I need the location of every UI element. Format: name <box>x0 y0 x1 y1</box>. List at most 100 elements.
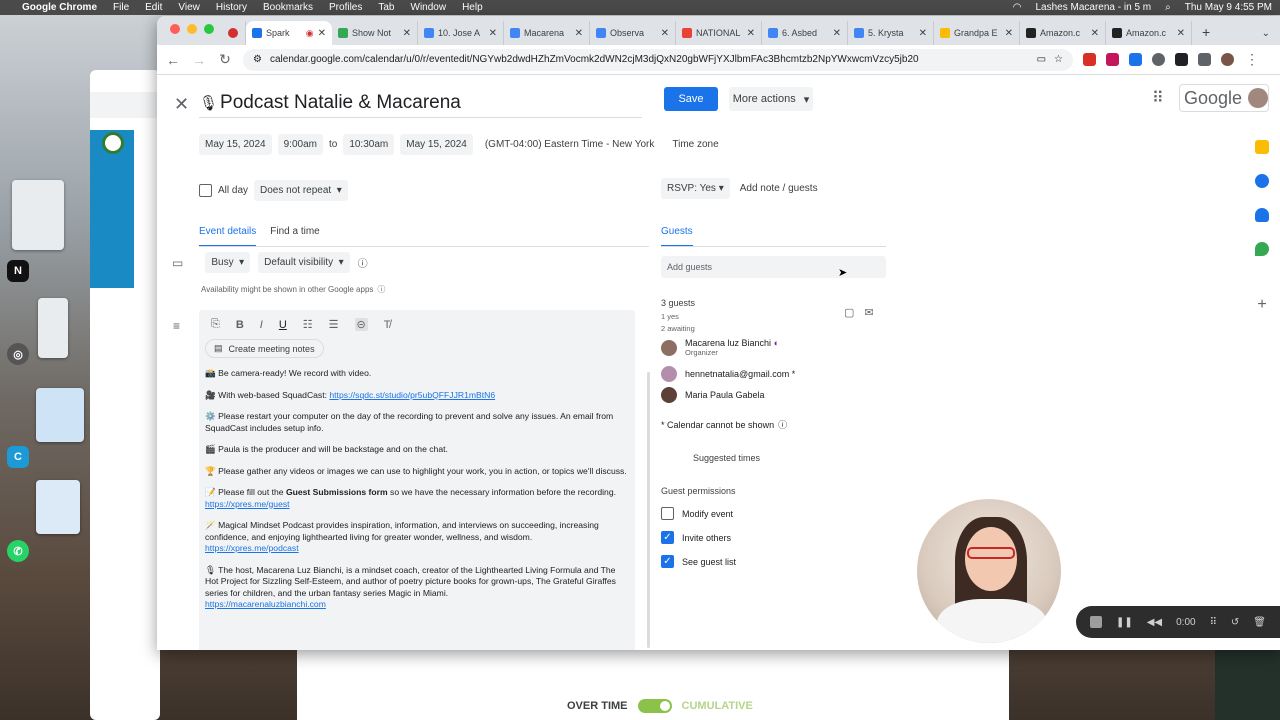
stage-window[interactable] <box>12 180 64 250</box>
close-icon[interactable]: ✕ <box>174 94 189 115</box>
site-info-icon[interactable]: ⚙ <box>253 54 262 65</box>
guest-form-link[interactable]: https://xpres.me/guest <box>205 499 290 509</box>
help-icon[interactable]: ⓘ <box>358 255 368 270</box>
minimize-window-icon[interactable] <box>187 24 197 34</box>
extension-icon[interactable] <box>1175 53 1188 66</box>
close-tab-icon[interactable]: ✕ <box>661 28 669 39</box>
tab-macarena[interactable]: Macarena ✕ <box>504 21 590 45</box>
menu-window[interactable]: Window <box>411 2 447 13</box>
menu-history[interactable]: History <box>216 2 247 13</box>
menu-file[interactable]: File <box>113 2 129 13</box>
event-title-field[interactable]: 🎙 Podcast Natalie & Macarena <box>199 88 642 118</box>
google-account-button[interactable]: Google <box>1179 84 1269 112</box>
bulleted-list-icon[interactable]: ☰ <box>329 318 339 331</box>
new-tab-icon[interactable]: + <box>1192 24 1216 45</box>
bold-icon[interactable]: B <box>236 319 244 331</box>
timezone[interactable]: (GMT-04:00) Eastern Time - New York <box>479 134 661 155</box>
pinned-tab[interactable] <box>224 21 246 45</box>
invite-others-checkbox[interactable]: ✓ <box>661 531 674 544</box>
maps-icon[interactable] <box>1255 242 1269 256</box>
underline-icon[interactable]: U <box>279 319 287 331</box>
tab-find-time[interactable]: Find a time <box>270 226 319 247</box>
chat-icon[interactable]: ▢ <box>844 306 854 319</box>
wifi-icon[interactable]: ◠ <box>1013 2 1022 13</box>
event-title[interactable]: Podcast Natalie & Macarena <box>220 92 461 114</box>
back-icon[interactable]: ← <box>165 52 181 68</box>
start-time[interactable]: 9:00am <box>277 134 323 155</box>
reload-icon[interactable]: ↻ <box>217 51 233 68</box>
menu-app-name[interactable]: Google Chrome <box>22 2 97 13</box>
extension-icon[interactable] <box>1106 53 1119 66</box>
rsvp-select[interactable]: RSVP: Yes ▾ <box>661 178 730 199</box>
tab-event-details[interactable]: Event details <box>199 226 257 247</box>
chrome-menu-icon[interactable]: ⋮ <box>1244 51 1260 68</box>
zoom-window-icon[interactable] <box>204 24 214 34</box>
visibility-select[interactable]: Default visibility ▾ <box>258 252 350 273</box>
close-tab-icon[interactable]: ✕ <box>318 28 326 39</box>
scrollbar[interactable] <box>647 372 650 648</box>
menu-edit[interactable]: Edit <box>145 2 162 13</box>
end-time[interactable]: 10:30am <box>343 134 395 155</box>
tab-amazon-2[interactable]: Amazon.c ✕ <box>1106 21 1192 45</box>
more-actions-button[interactable]: More actions ▾ <box>729 87 813 111</box>
forward-icon[interactable]: → <box>191 52 207 68</box>
stop-icon[interactable] <box>1090 616 1102 628</box>
contacts-icon[interactable] <box>1255 208 1269 222</box>
start-date[interactable]: May 15, 2024 <box>199 134 272 155</box>
email-icon[interactable]: ✉ <box>864 306 873 319</box>
close-tab-icon[interactable]: ✕ <box>919 28 927 39</box>
podcast-link[interactable]: https://xpres.me/podcast <box>205 543 299 553</box>
help-icon[interactable]: ⓘ <box>778 418 787 431</box>
guest-row[interactable]: Maria Paula Gabela <box>661 387 765 403</box>
tab-guests[interactable]: Guests <box>661 226 693 247</box>
cast-icon[interactable]: ▭ <box>1037 54 1046 65</box>
save-button[interactable]: Save <box>664 87 718 111</box>
extensions-puzzle-icon[interactable] <box>1198 53 1211 66</box>
modify-event-checkbox[interactable] <box>661 507 674 520</box>
menu-profiles[interactable]: Profiles <box>329 2 362 13</box>
url-text[interactable]: calendar.google.com/calendar/u/0/r/event… <box>270 54 1029 65</box>
tab-national[interactable]: NATIONAL ✕ <box>676 21 762 45</box>
add-icon[interactable]: + <box>1257 296 1266 314</box>
trash-icon[interactable]: 🗑 <box>1253 617 1266 628</box>
end-date[interactable]: May 15, 2024 <box>400 134 473 155</box>
whatsapp-icon[interactable]: ✆ <box>7 540 29 562</box>
description-editor[interactable]: ⎘ B I U ☷ ☰ ⊝ T̸ ▤ Create meeting notes … <box>199 310 635 650</box>
tab-asbed[interactable]: 6. Asbed ✕ <box>762 21 848 45</box>
italic-icon[interactable]: I <box>260 319 263 331</box>
menu-view[interactable]: View <box>178 2 200 13</box>
repeat-select[interactable]: Does not repeat ▾ <box>254 180 348 201</box>
bookmark-star-icon[interactable]: ☆ <box>1054 54 1063 65</box>
permission-see-guest-list[interactable]: ✓ See guest list <box>661 555 736 568</box>
close-tab-icon[interactable]: ✕ <box>1005 28 1013 39</box>
address-bar[interactable]: ⚙ calendar.google.com/calendar/u/0/r/eve… <box>243 48 1073 71</box>
squadcast-link[interactable]: https://sqdc.st/studio/pr5ubQFFJJR1mBtN6 <box>329 390 495 400</box>
restart-icon[interactable]: ↺ <box>1231 617 1239 628</box>
all-day-checkbox[interactable] <box>199 184 212 197</box>
menu-help[interactable]: Help <box>462 2 483 13</box>
suggested-times-button[interactable]: Suggested times <box>693 453 760 463</box>
website-link[interactable]: https://macarenaluzbianchi.com <box>205 599 326 609</box>
guest-row[interactable]: Macarena luz Bianchi ◐ Organizer <box>661 338 779 357</box>
close-tab-icon[interactable]: ✕ <box>1177 28 1185 39</box>
keep-icon[interactable] <box>1255 140 1269 154</box>
close-tab-icon[interactable]: ✕ <box>489 28 497 39</box>
add-note-link[interactable]: Add note / guests <box>740 183 818 194</box>
calendar-notification[interactable]: Lashes Macarena - in 5 m <box>1036 2 1152 13</box>
help-icon[interactable]: ⓘ <box>377 284 385 295</box>
chatgpt-icon[interactable]: ◎ <box>7 343 29 365</box>
tab-amazon-1[interactable]: Amazon.c ✕ <box>1020 21 1106 45</box>
over-time-toggle[interactable] <box>637 699 672 713</box>
tab-jose[interactable]: 10. Jose A ✕ <box>418 21 504 45</box>
busy-select[interactable]: Busy ▾ <box>205 252 251 273</box>
tab-krysta[interactable]: 5. Krysta ✕ <box>848 21 934 45</box>
extension-icon[interactable] <box>1129 53 1142 66</box>
rewind-icon[interactable]: ◀◀ <box>1147 617 1162 628</box>
stage-window[interactable] <box>36 388 84 442</box>
stage-window[interactable] <box>38 298 68 358</box>
extension-icon[interactable] <box>1152 53 1165 66</box>
canva-icon[interactable]: C <box>7 446 29 468</box>
link-icon[interactable]: ⊝ <box>354 318 368 331</box>
close-window-icon[interactable] <box>170 24 180 34</box>
extension-icon[interactable] <box>1083 53 1096 66</box>
